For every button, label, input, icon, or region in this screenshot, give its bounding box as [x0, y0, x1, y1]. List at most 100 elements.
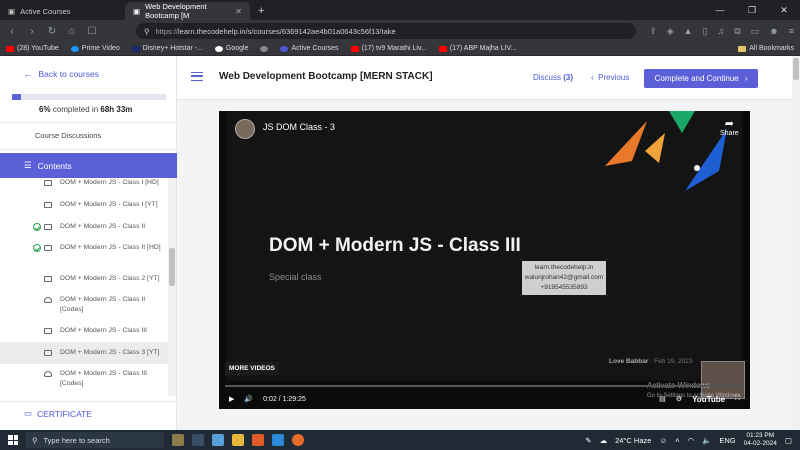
lesson-item[interactable]: DOM + Modern JS - Class II [HD] — [0, 238, 168, 268]
sidebar-scrollbar[interactable] — [168, 178, 176, 396]
notepad-icon[interactable] — [212, 434, 224, 446]
share-page-icon[interactable]: ⇪ — [649, 26, 657, 37]
windows-start-icon[interactable] — [8, 435, 18, 445]
notifications-icon[interactable]: ▢ — [785, 436, 792, 445]
rewards-icon[interactable]: ▲ — [684, 26, 693, 37]
contents-header[interactable]: ☰ Contents — [0, 153, 177, 178]
fullscreen-icon[interactable]: ⛶ — [735, 395, 740, 403]
browser-tab-bar: ▣ Active Courses ▣ Web Development Bootc… — [0, 0, 800, 20]
main-scrollbar[interactable] — [792, 56, 800, 430]
lesson-list: DOM + Modern JS - Class I [HD] DOM + Mode… — [0, 178, 168, 396]
task-view-icon[interactable] — [192, 434, 204, 446]
captions-icon[interactable]: ▤ — [659, 395, 666, 403]
bookmark-google[interactable]: Google — [214, 45, 248, 52]
sidebar-icon[interactable]: ▯ — [703, 26, 708, 37]
tab-web-dev-bootcamp[interactable]: ▣ Web Development Bootcamp [M ✕ — [125, 2, 250, 20]
bookmark-abp[interactable]: (17) ABP Majha LIV... — [438, 45, 516, 52]
search-icon: ⚲ — [32, 435, 38, 445]
taskbar-search[interactable]: ⚲ Type here to search — [26, 432, 164, 448]
share-button[interactable]: ➦ Share — [720, 117, 739, 137]
volume-icon[interactable]: 🔊 — [244, 395, 253, 403]
settings-gear-icon[interactable]: ⚙ — [676, 395, 682, 403]
people-icon[interactable]: ☺ — [659, 436, 667, 445]
complete-and-continue-button[interactable]: Complete and Continue › — [644, 69, 758, 88]
url-prefix: https:// — [155, 26, 179, 36]
tab-label: Web Development Bootcamp [M — [145, 2, 207, 20]
brave-browser-icon[interactable] — [252, 434, 264, 446]
reload-icon[interactable]: ↻ — [46, 26, 58, 37]
weather-icon[interactable]: ☁ — [600, 436, 608, 445]
channel-avatar[interactable] — [235, 119, 255, 139]
youtube-logo[interactable]: YouTube — [692, 395, 725, 404]
back-arrow-icon[interactable]: ‹ — [6, 26, 18, 37]
network-icon[interactable]: ◠ — [688, 436, 695, 445]
tab-active-courses[interactable]: ▣ Active Courses — [0, 2, 125, 20]
news-widget-icon[interactable] — [172, 434, 184, 446]
minimize-icon[interactable]: — — [704, 5, 736, 15]
certificate-link[interactable]: ▭ CERTIFICATE — [24, 408, 92, 419]
slide-title: DOM + Modern JS - Class III — [269, 235, 521, 256]
chevron-up-icon[interactable]: ˄ — [675, 436, 679, 445]
brave-shield-icon[interactable]: ◈ — [667, 26, 674, 37]
weather-text[interactable]: 24°C Haze — [615, 436, 651, 445]
lesson-title: DOM + Modern JS - Class II [Codes] — [60, 296, 146, 313]
scroll-thumb[interactable] — [169, 248, 175, 286]
media-icon[interactable]: ♫ — [718, 26, 725, 37]
extensions-icon[interactable]: ⧉ — [734, 26, 740, 37]
lesson-item[interactable]: DOM + Modern JS - Class III — [0, 320, 168, 342]
wallet-icon[interactable]: ▭ — [751, 26, 760, 37]
lesson-item[interactable]: DOM + Modern JS - Class III [Codes] — [0, 364, 168, 394]
video-timeline[interactable] — [225, 385, 744, 387]
course-discussions-link[interactable]: Course Discussions — [35, 131, 101, 140]
forward-arrow-icon[interactable]: › — [26, 26, 38, 37]
share-arrow-icon: ➦ — [724, 118, 734, 130]
video-title[interactable]: JS DOM Class - 3 — [263, 122, 335, 132]
bookmark-hotstar[interactable]: Disney+ Hotstar -... — [131, 45, 203, 52]
close-window-icon[interactable]: ✕ — [768, 5, 800, 16]
new-tab-button[interactable]: + — [250, 2, 272, 20]
lesson-item[interactable]: DOM + Modern JS - Class I [HD] — [0, 178, 168, 194]
profile-icon[interactable]: ☻ — [769, 26, 778, 37]
list-icon: ☰ — [24, 160, 32, 170]
hamburger-menu-icon[interactable] — [191, 72, 203, 81]
maximize-icon[interactable]: ❐ — [736, 5, 768, 16]
language-indicator[interactable]: ENG — [719, 436, 735, 445]
home-icon[interactable]: ⌂ — [66, 26, 78, 37]
previous-button[interactable]: ‹ Previous — [591, 73, 629, 82]
scroll-thumb[interactable] — [793, 58, 799, 80]
shape-orange-triangle — [605, 121, 647, 166]
bookmark-youtube[interactable]: (28) YouTube — [6, 45, 59, 52]
firefox-icon[interactable] — [292, 434, 304, 446]
lesson-title: DOM + Modern JS - Class I [YT] — [60, 201, 158, 208]
speaker-icon[interactable]: 🔈 — [702, 436, 711, 445]
bookmark-unnamed[interactable] — [260, 45, 269, 52]
pen-icon[interactable]: ✎ — [585, 436, 591, 445]
bookmark-active-courses[interactable]: Active Courses — [280, 45, 339, 52]
all-bookmarks[interactable]: All Bookmarks — [738, 45, 794, 52]
lesson-item[interactable]: DOM + Modern JS - Class II — [0, 216, 168, 238]
lesson-item[interactable]: DOM + Modern JS - Class I [YT] — [0, 194, 168, 216]
back-to-courses-link[interactable]: ← Back to courses — [24, 69, 99, 79]
close-tab-icon[interactable]: ✕ — [235, 7, 242, 16]
lesson-item[interactable]: DOM + Modern JS - Class 2 [YT] — [0, 268, 168, 290]
more-videos-button[interactable]: MORE VIDEOS — [225, 362, 279, 375]
bookmark-tv9[interactable]: (17) tv9 Marathi Liv... — [350, 45, 427, 52]
video-lesson-icon — [44, 224, 52, 230]
discuss-link[interactable]: Discuss (3) — [533, 73, 573, 82]
address-bar[interactable]: ⚲ https://learn.thecodehelp.in/s/courses… — [136, 23, 636, 39]
site-settings-icon[interactable]: ⚲ — [144, 27, 150, 36]
menu-icon[interactable]: ≡ — [789, 26, 794, 37]
lesson-item[interactable]: DOM + Modern JS - Class 3 [YT] — [0, 342, 168, 364]
bookmark-icon[interactable]: ☐ — [86, 26, 98, 37]
lesson-title: DOM + Modern JS - Class 2 [YT] — [60, 275, 160, 282]
lesson-item[interactable]: DOM + Modern JS - Class IV — [0, 394, 168, 396]
youtube-icon — [6, 45, 14, 52]
youtube-icon — [438, 45, 447, 52]
video-player[interactable]: JS DOM Class - 3 ➦ Share DOM + Modern JS… — [219, 111, 750, 409]
clock[interactable]: 01:23 PM 04-02-2024 — [744, 432, 777, 448]
lesson-item[interactable]: DOM + Modern JS - Class II [Codes] — [0, 290, 168, 320]
play-icon[interactable]: ▶ — [229, 395, 234, 403]
bookmark-prime-video[interactable]: Prime Video — [70, 45, 120, 52]
file-explorer-icon[interactable] — [232, 434, 244, 446]
vscode-icon[interactable] — [272, 434, 284, 446]
